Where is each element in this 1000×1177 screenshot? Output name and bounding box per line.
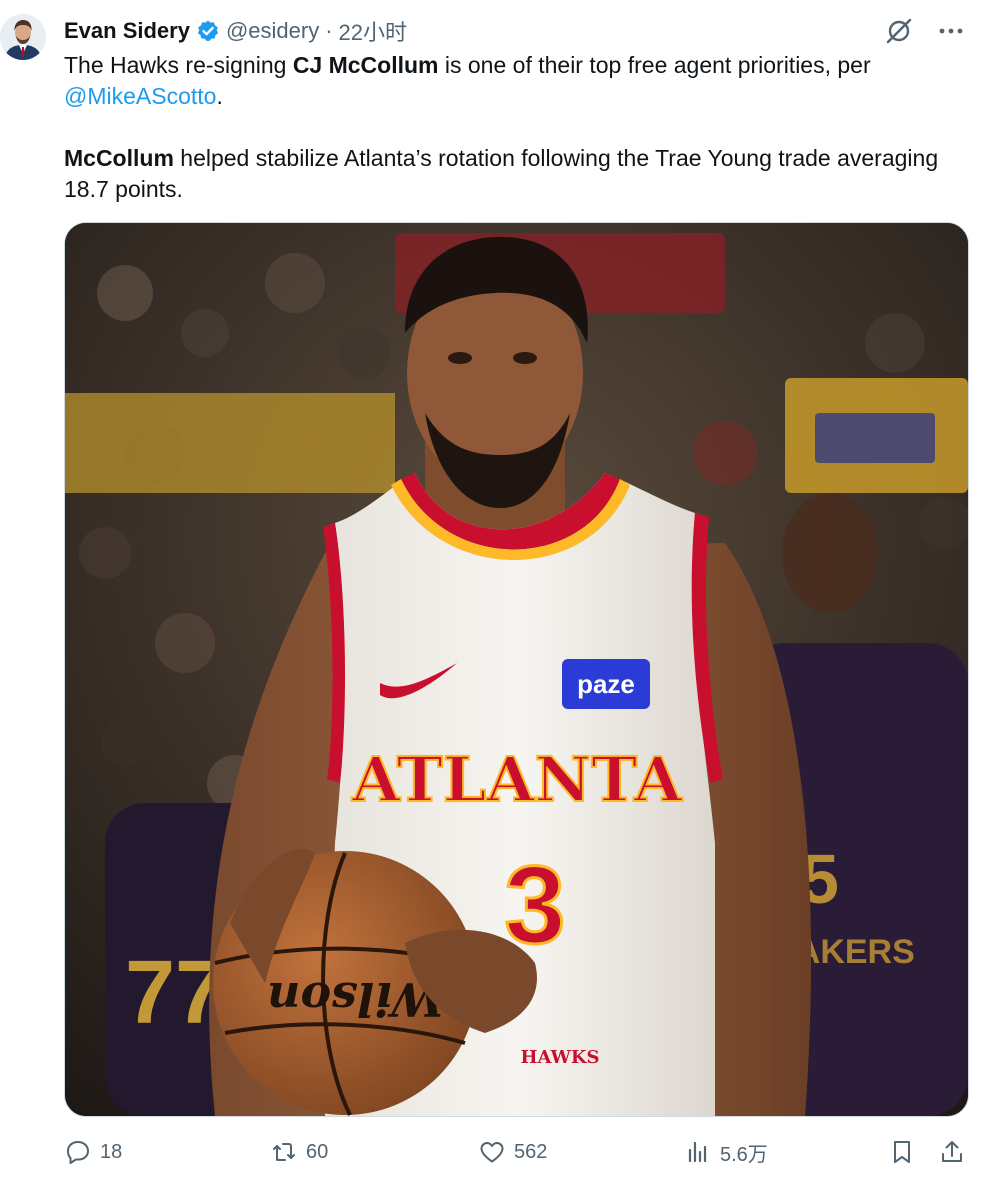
text-segment: The Hawks re-signing (64, 52, 293, 78)
bookmark-button[interactable] (888, 1134, 916, 1170)
share-button[interactable] (938, 1134, 966, 1170)
reply-count: 18 (100, 1140, 123, 1163)
repost-count: 60 (306, 1140, 329, 1163)
repost-icon (273, 1143, 295, 1161)
author-handle[interactable]: @esidery (226, 18, 319, 44)
tweet-photo[interactable]: 77 5 LAKERS paze ATLANTA 3 HAWKS Wilson (64, 222, 969, 1117)
tweet-text: The Hawks re-signing CJ McCollum is one … (64, 50, 964, 205)
jersey-text: ATLANTA (351, 743, 683, 816)
views-button[interactable]: 5.6万 (684, 1134, 768, 1170)
repost-button[interactable]: 60 (270, 1134, 328, 1170)
reply-button[interactable]: 18 (64, 1134, 122, 1170)
like-count: 562 (514, 1140, 548, 1163)
views-icon (688, 1141, 707, 1163)
avatar[interactable] (0, 14, 46, 60)
like-button[interactable]: 562 (478, 1134, 547, 1170)
verified-badge-icon (196, 19, 220, 43)
tweet-actions: 18 60 562 5.6万 (64, 1134, 974, 1170)
bold-name: McCollum (64, 145, 174, 171)
views-count: 5.6万 (720, 1143, 768, 1166)
sponsor-patch: paze (577, 669, 635, 699)
author-name[interactable]: Evan Sidery (64, 18, 190, 44)
tweet-paragraph-2: McCollum helped stabilize Atlanta’s rota… (64, 143, 964, 205)
share-icon (942, 1141, 962, 1162)
tweet-paragraph-1: The Hawks re-signing CJ McCollum is one … (64, 50, 964, 112)
reply-icon (67, 1141, 89, 1164)
header-actions (884, 16, 966, 46)
separator-dot: · (325, 18, 333, 43)
bookmark-icon (894, 1141, 910, 1163)
ball-brand: Wilson (267, 972, 443, 1026)
more-icon[interactable] (936, 16, 966, 46)
shorts-text: HAWKS (521, 1047, 600, 1068)
timestamp[interactable]: 22小时 (339, 15, 407, 47)
bold-name: CJ McCollum (292, 52, 439, 78)
grok-icon[interactable] (884, 16, 914, 46)
text-segment: . (216, 83, 223, 109)
tweet-header: Evan Sidery @esidery · 22小时 (64, 14, 407, 48)
like-icon (480, 1142, 504, 1163)
text-segment: helped stabilize Atlanta’s rotation foll… (64, 145, 939, 202)
text-segment: is one of their top free agent prioritie… (438, 52, 871, 78)
mention-link[interactable]: @MikeAScotto (64, 83, 216, 109)
